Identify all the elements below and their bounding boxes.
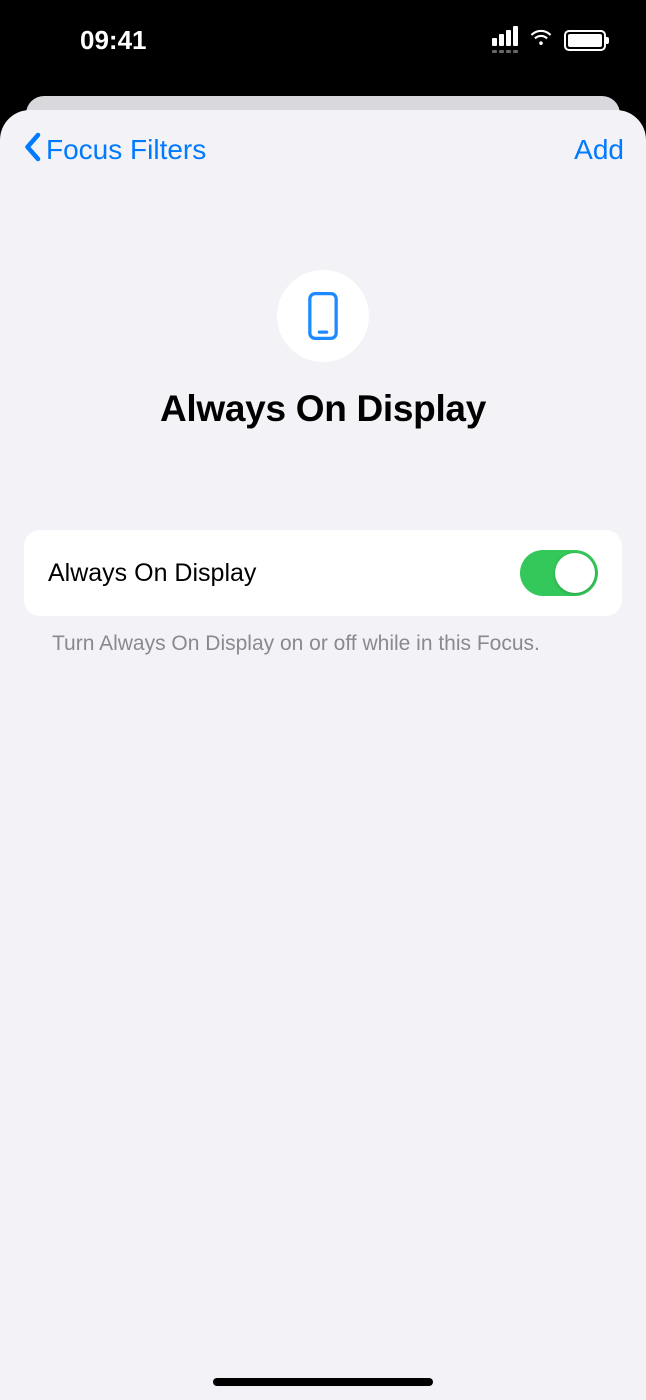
setting-label: Always On Display (48, 559, 256, 588)
toggle-knob (555, 553, 595, 593)
modal-sheet: Focus Filters Add Always On Display Alwa… (0, 110, 646, 1400)
wifi-icon (528, 25, 554, 56)
battery-icon (564, 30, 606, 51)
back-button[interactable]: Focus Filters (22, 132, 206, 169)
page-title: Always On Display (160, 388, 486, 430)
always-on-display-row: Always On Display (24, 530, 622, 616)
chevron-left-icon (22, 132, 42, 169)
back-label: Focus Filters (46, 134, 206, 166)
settings-group: Always On Display Turn Always On Display… (24, 530, 622, 656)
setting-footer-text: Turn Always On Display on or off while i… (24, 616, 622, 656)
home-indicator[interactable] (213, 1378, 433, 1386)
phone-icon (277, 270, 369, 362)
status-indicators (492, 25, 606, 56)
add-button[interactable]: Add (574, 134, 624, 166)
status-bar: 09:41 (0, 0, 646, 90)
navigation-bar: Focus Filters Add (0, 110, 646, 190)
always-on-display-toggle[interactable] (520, 550, 598, 596)
hero-section: Always On Display (0, 270, 646, 430)
status-time: 09:41 (80, 25, 147, 56)
cellular-icon (492, 28, 518, 53)
